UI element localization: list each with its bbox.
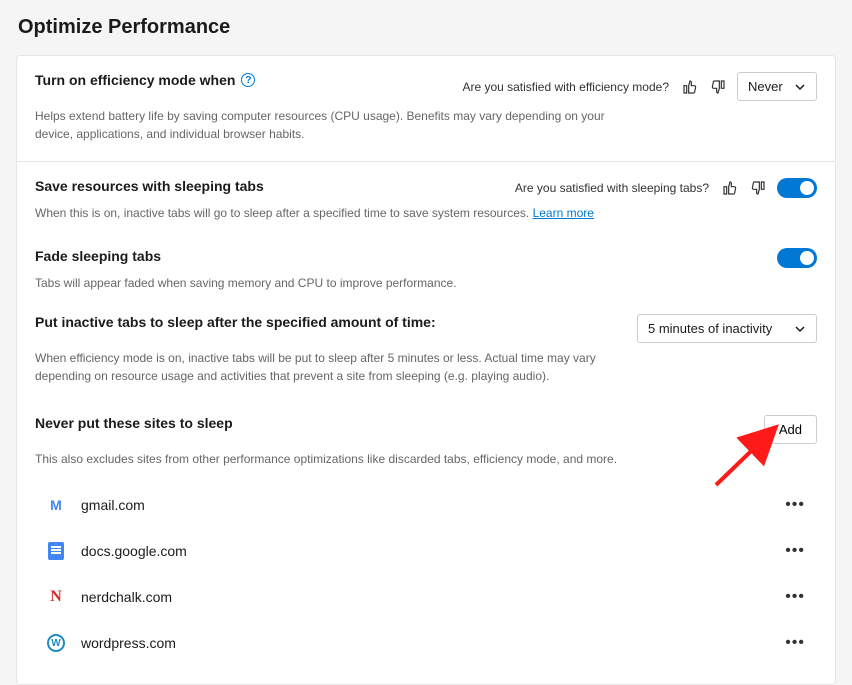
site-row: docs.google.com ••• — [35, 528, 817, 574]
site-name: wordpress.com — [81, 635, 176, 651]
efficiency-desc: Helps extend battery life by saving comp… — [35, 107, 635, 143]
site-row: M gmail.com ••• — [35, 482, 817, 528]
sleeping-feedback-label: Are you satisfied with sleeping tabs? — [515, 181, 709, 195]
never-sleep-site-list: M gmail.com ••• docs.google.com ••• N n — [35, 482, 817, 666]
site-row: N nerdchalk.com ••• — [35, 574, 817, 620]
never-desc: This also excludes sites from other perf… — [35, 450, 635, 468]
thumbs-down-icon[interactable] — [709, 78, 727, 96]
inactive-select-value: 5 minutes of inactivity — [648, 321, 772, 336]
nerdchalk-favicon-icon: N — [47, 588, 65, 606]
info-icon[interactable]: ? — [241, 73, 255, 87]
section-efficiency-mode: Turn on efficiency mode when ? Are you s… — [17, 56, 835, 162]
section-sleeping-tabs: Save resources with sleeping tabs Are yo… — [17, 162, 835, 684]
fade-tabs-toggle[interactable] — [777, 248, 817, 268]
page-title: Optimize Performance — [18, 16, 836, 39]
learn-more-link[interactable]: Learn more — [533, 206, 594, 220]
never-title: Never put these sites to sleep — [35, 415, 233, 431]
gmail-favicon-icon: M — [47, 496, 65, 514]
more-options-icon[interactable]: ••• — [777, 492, 813, 518]
efficiency-title: Turn on efficiency mode when — [35, 72, 235, 88]
chevron-down-icon — [794, 323, 806, 335]
inactive-desc: When efficiency mode is on, inactive tab… — [35, 349, 635, 385]
site-name: gmail.com — [81, 497, 145, 513]
fade-desc: Tabs will appear faded when saving memor… — [35, 274, 635, 292]
fade-title: Fade sleeping tabs — [35, 248, 161, 264]
add-site-button[interactable]: Add — [764, 415, 817, 444]
chevron-down-icon — [794, 81, 806, 93]
docs-favicon-icon — [47, 542, 65, 560]
site-row: W wordpress.com ••• — [35, 620, 817, 666]
efficiency-select-value: Never — [748, 79, 783, 94]
sleeping-desc-text: When this is on, inactive tabs will go t… — [35, 206, 533, 220]
more-options-icon[interactable]: ••• — [777, 630, 813, 656]
efficiency-mode-select[interactable]: Never — [737, 72, 817, 101]
thumbs-up-icon[interactable] — [721, 179, 739, 197]
sleeping-desc: When this is on, inactive tabs will go t… — [35, 204, 635, 222]
subsection-inactive-timer: Put inactive tabs to sleep after the spe… — [35, 292, 817, 385]
subsection-never-sleep: Never put these sites to sleep Add This … — [35, 385, 817, 666]
performance-card: Turn on efficiency mode when ? Are you s… — [16, 55, 836, 685]
efficiency-feedback-label: Are you satisfied with efficiency mode? — [462, 80, 669, 94]
sleeping-title: Save resources with sleeping tabs — [35, 178, 264, 194]
subsection-fade-tabs: Fade sleeping tabs Tabs will appear fade… — [35, 222, 817, 292]
wordpress-favicon-icon: W — [47, 634, 65, 652]
site-name: docs.google.com — [81, 543, 187, 559]
thumbs-down-icon[interactable] — [749, 179, 767, 197]
more-options-icon[interactable]: ••• — [777, 584, 813, 610]
inactive-title: Put inactive tabs to sleep after the spe… — [35, 314, 436, 330]
more-options-icon[interactable]: ••• — [777, 538, 813, 564]
sleeping-tabs-toggle[interactable] — [777, 178, 817, 198]
thumbs-up-icon[interactable] — [681, 78, 699, 96]
site-name: nerdchalk.com — [81, 589, 172, 605]
inactive-timer-select[interactable]: 5 minutes of inactivity — [637, 314, 817, 343]
